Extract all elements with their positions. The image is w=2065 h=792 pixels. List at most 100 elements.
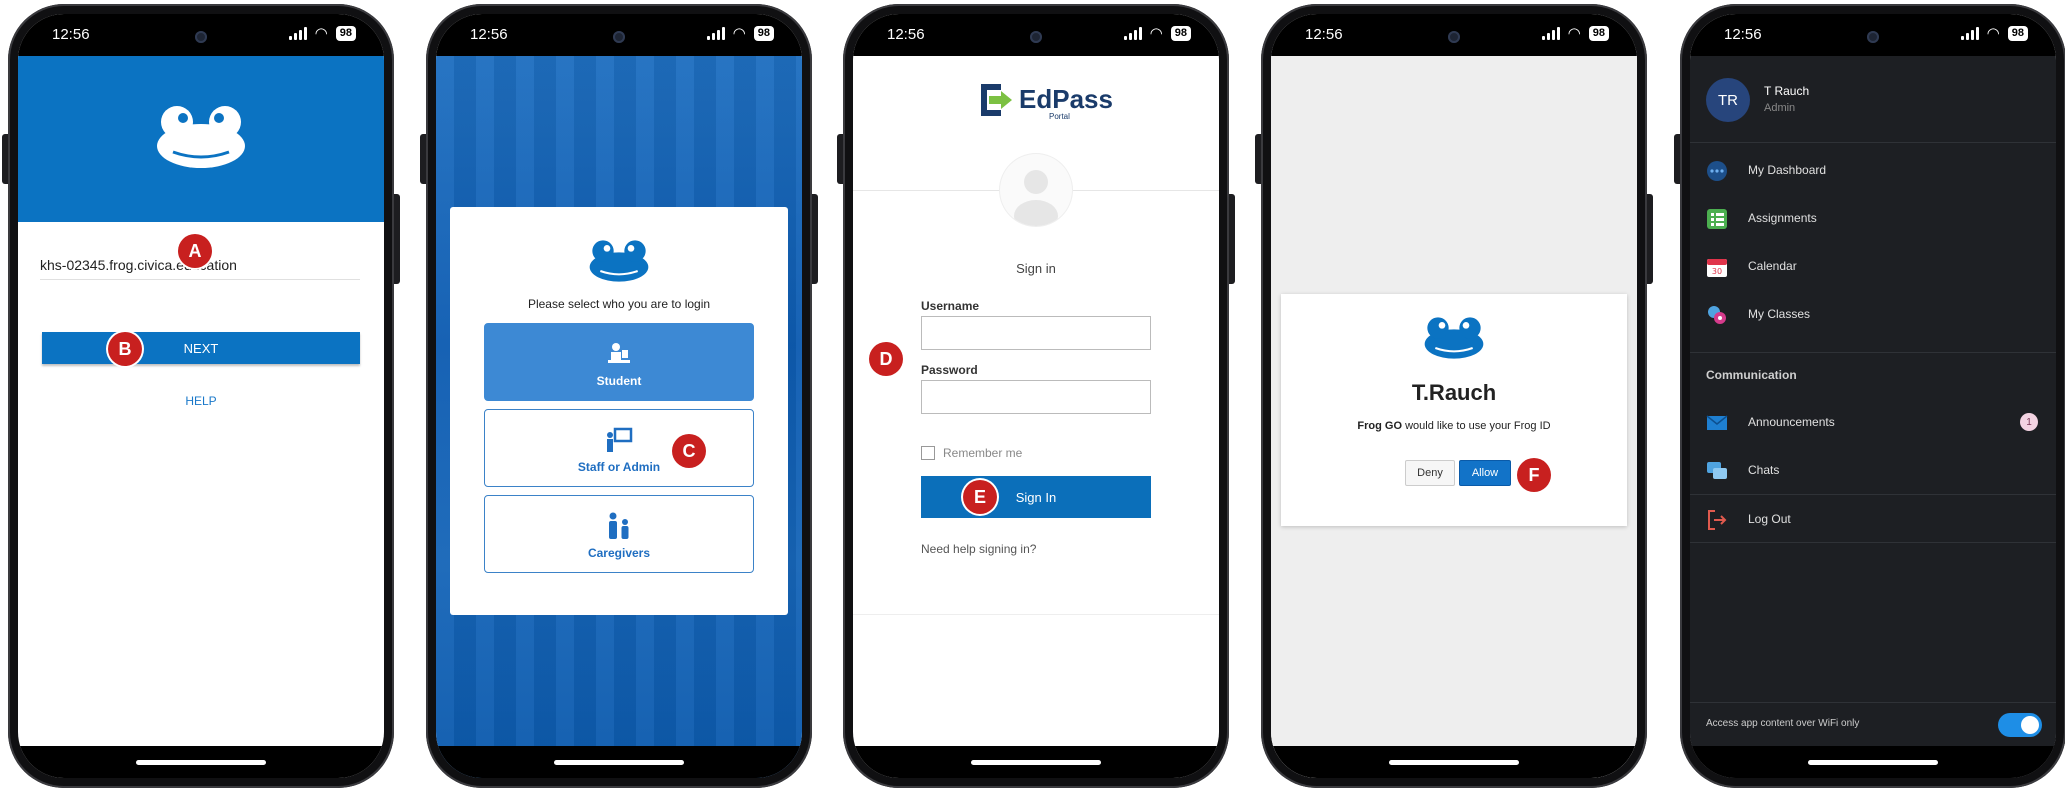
- menu-label: Chats: [1748, 463, 1780, 477]
- logout-icon: [1708, 510, 1727, 530]
- help-link[interactable]: HELP: [18, 394, 384, 408]
- username-label: Username: [921, 299, 980, 313]
- frog-logo-icon: [589, 240, 649, 282]
- menu-label: Calendar: [1748, 259, 1797, 273]
- assignments-icon: [1707, 209, 1727, 229]
- status-time: 12:56: [1724, 26, 1762, 43]
- wifi-icon: ◠: [1149, 24, 1163, 42]
- sign-in-button[interactable]: Sign In: [921, 476, 1151, 518]
- signal-icon: [1960, 27, 1979, 40]
- wifi-icon: ◠: [1567, 24, 1581, 42]
- teacher-icon: [607, 427, 633, 452]
- status-bar: 12:56 ◠ 98: [1271, 14, 1637, 56]
- phone-frame-menu: 12:56 ◠ 98 TR T Rauch Admin My Dashboard…: [1674, 4, 2065, 788]
- remember-me-checkbox[interactable]: [921, 446, 935, 460]
- app-name: Frog GO: [1357, 420, 1403, 432]
- status-bar: 12:56 ◠ 98: [853, 14, 1219, 56]
- wifi-icon: ◠: [732, 24, 746, 42]
- phone-frame-domain: 12:56 ◠ 98 khs-02345.frog.civica.educati…: [2, 4, 400, 788]
- username-input[interactable]: [921, 316, 1151, 350]
- status-time: 12:56: [1305, 26, 1343, 43]
- consent-user-name: T.Rauch: [1411, 380, 1497, 405]
- edpass-logo-sub: Portal: [1049, 112, 1070, 121]
- remember-me-label: Remember me: [943, 446, 1023, 460]
- footer-divider: [853, 614, 1219, 615]
- consent-dialog: T.Rauch Frog GO would like to use your F…: [1281, 294, 1627, 526]
- battery-icon: 98: [335, 26, 356, 41]
- wifi-only-setting: Access app content over WiFi only: [1690, 702, 2056, 746]
- home-indicator: [1690, 746, 2056, 778]
- student-icon: [608, 343, 630, 363]
- marker-b: B: [108, 332, 142, 366]
- status-time: 12:56: [470, 26, 508, 43]
- signal-icon: [1123, 27, 1142, 40]
- phone-frame-role: 12:56 ◠ 98 Please select who you are to …: [420, 4, 818, 788]
- marker-e: E: [963, 480, 997, 514]
- menu-divider: [1690, 494, 2056, 495]
- menu-label: Assignments: [1748, 211, 1817, 225]
- frog-logo-icon: [157, 106, 245, 168]
- menu-label: My Classes: [1748, 307, 1811, 321]
- need-help-link[interactable]: Need help signing in?: [921, 542, 1036, 556]
- announcements-badge: 1: [2020, 413, 2038, 431]
- home-indicator: [436, 746, 802, 778]
- menu-divider: [1690, 352, 2056, 353]
- marker-c: C: [672, 434, 706, 468]
- mail-icon: [1706, 415, 1728, 430]
- wifi-icon: ◠: [1986, 24, 2000, 42]
- frog-logo-icon: [1424, 317, 1484, 359]
- caregivers-role-button[interactable]: Caregivers: [484, 495, 754, 573]
- menu-item-dashboard[interactable]: My Dashboard: [1690, 152, 2056, 188]
- next-button[interactable]: NEXT: [42, 332, 360, 364]
- password-label: Password: [921, 363, 978, 377]
- staff-role-button[interactable]: Staff or Admin: [484, 409, 754, 487]
- allow-button[interactable]: Allow: [1459, 460, 1511, 486]
- edpass-logo-icon: [981, 84, 1012, 116]
- status-time: 12:56: [52, 26, 90, 43]
- role-label: Staff or Admin: [577, 460, 661, 474]
- camera-icon: [1867, 31, 1879, 43]
- camera-icon: [195, 31, 207, 43]
- deny-button[interactable]: Deny: [1405, 460, 1455, 486]
- camera-icon: [1448, 31, 1460, 43]
- home-indicator: [853, 746, 1219, 778]
- calendar-day: 30: [1712, 267, 1722, 276]
- menu-item-announcements[interactable]: Announcements 1: [1690, 404, 2056, 440]
- signal-icon: [1541, 27, 1560, 40]
- battery-icon: 98: [2007, 26, 2028, 41]
- menu-divider: [1690, 542, 2056, 543]
- status-bar: 12:56 ◠ 98: [18, 14, 384, 56]
- marker-a: A: [178, 234, 212, 268]
- calendar-icon: 30: [1707, 259, 1727, 277]
- user-name: T Rauch: [1764, 84, 1810, 98]
- role-select-card: Please select who you are to login Stude…: [450, 207, 788, 615]
- menu-label: Announcements: [1748, 415, 1835, 429]
- marker-f: F: [1517, 458, 1551, 492]
- menu-divider: [1690, 142, 2056, 143]
- camera-icon: [1030, 31, 1042, 43]
- frog-header: [18, 56, 384, 222]
- menu-item-calendar[interactable]: 30 Calendar: [1690, 248, 2056, 284]
- battery-icon: 98: [753, 26, 774, 41]
- wifi-only-toggle[interactable]: [1998, 713, 2042, 737]
- classes-icon: [1708, 306, 1726, 324]
- screen-edpass-signin: 12:56 ◠ 98 EdPass Portal Sign in Usernam…: [853, 14, 1219, 778]
- menu-label: My Dashboard: [1748, 163, 1827, 177]
- menu-item-assignments[interactable]: Assignments: [1690, 200, 2056, 236]
- menu-item-chats[interactable]: Chats: [1690, 452, 2056, 488]
- wifi-only-label: Access app content over WiFi only: [1706, 718, 1860, 729]
- edpass-logo: EdPass Portal: [853, 82, 1219, 122]
- signin-title: Sign in: [1016, 261, 1056, 276]
- menu-item-logout[interactable]: Log Out: [1690, 501, 2056, 537]
- consent-message: Frog GO would like to use your Frog ID: [1281, 420, 1627, 432]
- menu-item-classes[interactable]: My Classes: [1690, 296, 2056, 332]
- role-label: Caregivers: [587, 546, 651, 560]
- signal-icon: [706, 27, 725, 40]
- user-avatar[interactable]: TR: [1706, 78, 1750, 122]
- wifi-icon: ◠: [314, 24, 328, 42]
- marker-d: D: [869, 342, 903, 376]
- student-role-button[interactable]: Student: [484, 323, 754, 401]
- screen-consent: 12:56 ◠ 98 T.Rauch Frog GO would like to…: [1271, 14, 1637, 778]
- password-input[interactable]: [921, 380, 1151, 414]
- phone-frame-consent: 12:56 ◠ 98 T.Rauch Frog GO would like to…: [1255, 4, 1653, 788]
